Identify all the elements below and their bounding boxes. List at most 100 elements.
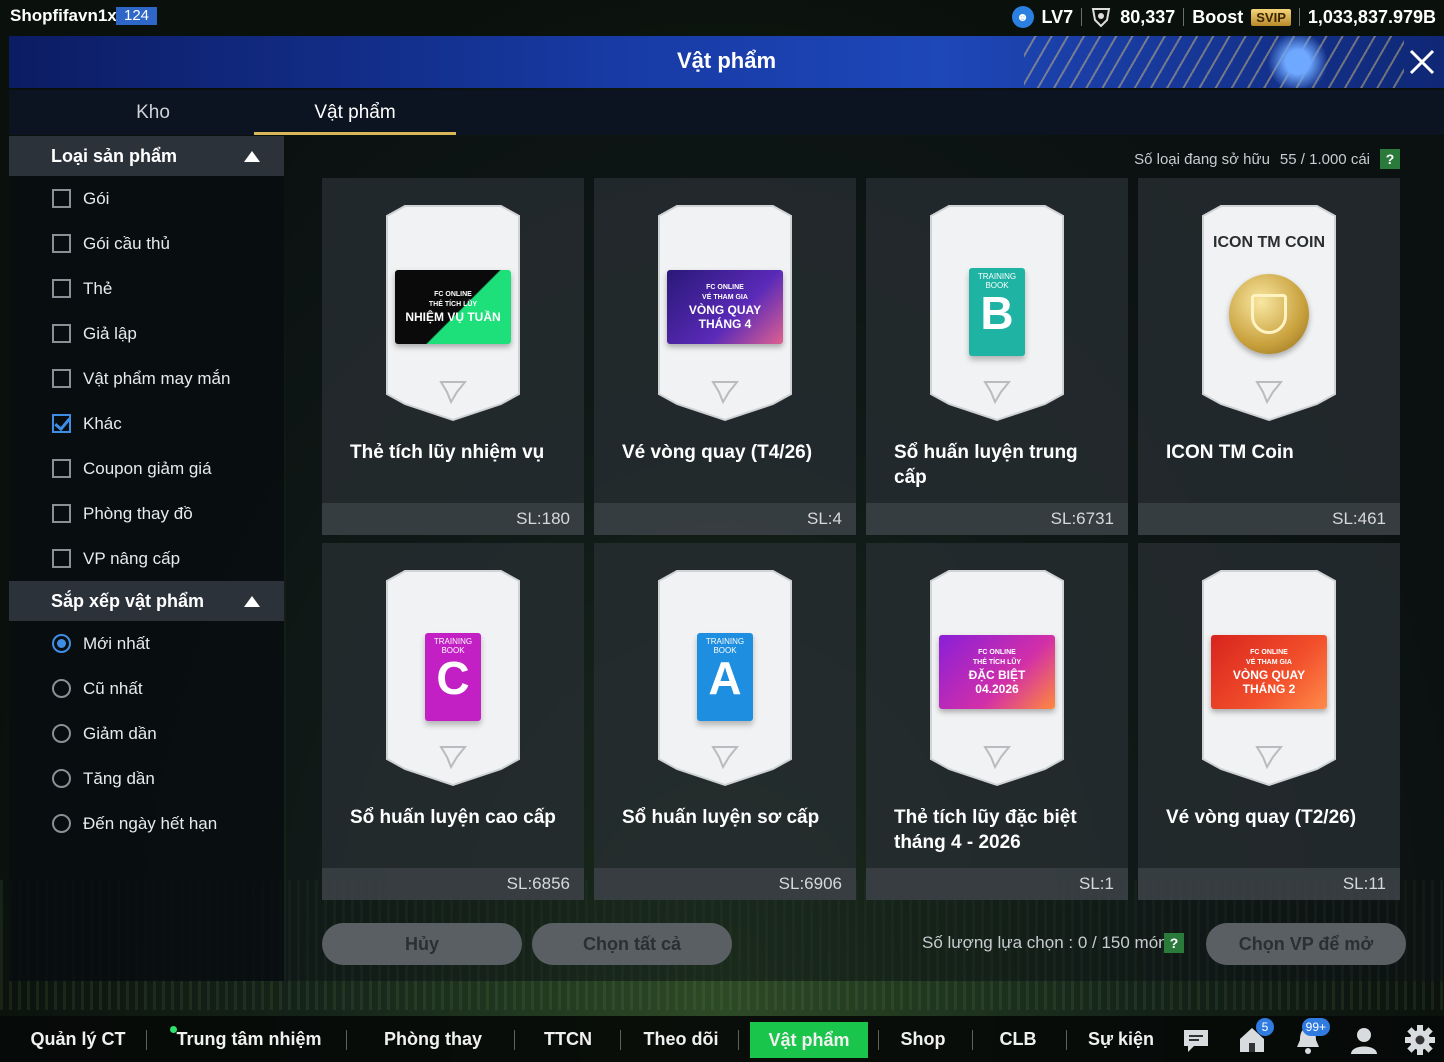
sort-list: Mới nhất Cũ nhất Giảm dần Tăng dần Đến ngày … bbox=[9, 621, 284, 846]
item-name: Vé vòng quay (T2/26) bbox=[1166, 807, 1357, 828]
item-card[interactable]: TRAINING BOOK C Sổ huấn luyện cao cấp SL:68… bbox=[322, 543, 584, 900]
item-card[interactable]: ICON TM COIN ICON TM Coin SL:461 bbox=[1138, 178, 1400, 535]
divider bbox=[146, 1030, 147, 1050]
nav-phong-thay-do[interactable]: Phòng thay đồ bbox=[372, 1016, 494, 1062]
divider bbox=[514, 1030, 515, 1050]
nav-shop[interactable]: Shop bbox=[894, 1016, 952, 1062]
item-artwork: FC ONLINE VÉ THAM GIA VÒNG QUAY THÁNG 2 bbox=[1211, 635, 1327, 709]
gear-icon[interactable] bbox=[1404, 1024, 1436, 1056]
divider bbox=[878, 1030, 879, 1050]
filter-option[interactable]: Phòng thay đồ bbox=[9, 491, 284, 536]
art-text: THÁNG 4 bbox=[698, 317, 752, 331]
checkbox[interactable] bbox=[52, 414, 71, 433]
type-filter-list: Gói Gói cầu thủ Thẻ Giả lập Vật phẩm may mắn… bbox=[9, 176, 284, 581]
item-card[interactable]: TRAINING BOOK A Sổ huấn luyện sơ cấp SL:690… bbox=[594, 543, 856, 900]
checkbox[interactable] bbox=[52, 279, 71, 298]
checkbox[interactable] bbox=[52, 234, 71, 253]
sort-option[interactable]: Mới nhất bbox=[9, 621, 284, 666]
profile-icon[interactable] bbox=[1348, 1024, 1380, 1056]
checkbox[interactable] bbox=[52, 324, 71, 343]
nav-trung-tam-nhiem-vu[interactable]: Trung tâm nhiệm vụ bbox=[172, 1016, 326, 1062]
art-text: THÁNG 2 bbox=[1242, 682, 1296, 696]
item-pack: FC ONLINE THẺ TÍCH LŨY NHIỆM VỤ TUẦN bbox=[385, 204, 521, 422]
open-items-button[interactable]: Chọn VP để mở bbox=[1206, 923, 1406, 965]
training-book-icon: TRAINING BOOK C bbox=[425, 633, 483, 721]
coin-label: ICON TM COIN bbox=[1213, 234, 1325, 251]
nav-quan-ly-ct[interactable]: Quản lý CT bbox=[30, 1016, 126, 1062]
sort-header[interactable]: Sắp xếp vật phẩm bbox=[9, 581, 284, 621]
item-pack: FC ONLINE VÉ THAM GIA VÒNG QUAY THÁNG 2 bbox=[1201, 569, 1337, 787]
bell-icon[interactable]: 99+ bbox=[1292, 1018, 1330, 1056]
art-text: VÒNG QUAY bbox=[1232, 668, 1306, 682]
radio-button[interactable] bbox=[52, 724, 71, 743]
nav-ttcn[interactable]: TTCN bbox=[536, 1016, 600, 1062]
item-name: Sổ huấn luyện cao cấp bbox=[350, 807, 556, 828]
radio-button[interactable] bbox=[52, 814, 71, 833]
filter-option[interactable]: Vật phẩm may mắn bbox=[9, 356, 284, 401]
collapse-icon[interactable] bbox=[244, 151, 260, 162]
filter-option[interactable]: Gói bbox=[9, 176, 284, 221]
item-pack: TRAINING BOOK C bbox=[385, 569, 521, 787]
checkbox[interactable] bbox=[52, 459, 71, 478]
checkbox[interactable] bbox=[52, 189, 71, 208]
radio-button[interactable] bbox=[52, 769, 71, 788]
owned-label: Số loại đang sở hữu bbox=[1134, 150, 1270, 168]
filter-option[interactable]: Gói cầu thủ bbox=[9, 221, 284, 266]
sort-option[interactable]: Đến ngày hết hạn bbox=[9, 801, 284, 846]
nav-vat-pham[interactable]: Vật phẩm bbox=[750, 1022, 868, 1058]
chat-icon[interactable] bbox=[1180, 1024, 1212, 1056]
divider bbox=[738, 1030, 739, 1050]
divider bbox=[1081, 8, 1083, 26]
type-filter-header[interactable]: Loại sản phẩm bbox=[9, 136, 284, 176]
svip-badge: SVIP bbox=[1251, 8, 1291, 26]
filter-option[interactable]: Coupon giảm giá bbox=[9, 446, 284, 491]
checkbox[interactable] bbox=[52, 504, 71, 523]
nav-clb[interactable]: CLB bbox=[992, 1016, 1044, 1062]
collapse-icon[interactable] bbox=[244, 596, 260, 607]
item-pack: ICON TM COIN bbox=[1201, 204, 1337, 422]
divider bbox=[346, 1030, 347, 1050]
help-icon[interactable]: ? bbox=[1380, 149, 1400, 169]
item-card[interactable]: FC ONLINE VÉ THAM GIA VÒNG QUAY THÁNG 2 Vé v… bbox=[1138, 543, 1400, 900]
filter-option-label: Gói cầu thủ bbox=[83, 234, 170, 253]
home-icon[interactable]: 5 bbox=[1236, 1018, 1274, 1056]
select-all-button[interactable]: Chọn tất cả bbox=[532, 923, 732, 965]
checkbox[interactable] bbox=[52, 369, 71, 388]
item-card[interactable]: FC ONLINE VÉ THAM GIA VÒNG QUAY THÁNG 4 Vé v… bbox=[594, 178, 856, 535]
training-book-icon: TRAINING BOOK B bbox=[969, 268, 1027, 356]
sort-option[interactable]: Giảm dần bbox=[9, 711, 284, 756]
item-card[interactable]: FC ONLINE THẺ TÍCH LŨY ĐẶC BIỆT 04.2026 Thẻ … bbox=[866, 543, 1128, 900]
nav-theo-doi[interactable]: Theo dõi bbox=[640, 1016, 722, 1062]
coin-icon bbox=[1229, 274, 1309, 354]
sort-option[interactable]: Cũ nhất bbox=[9, 666, 284, 711]
home-badge: 5 bbox=[1256, 1018, 1274, 1036]
sort-option-label: Cũ nhất bbox=[83, 679, 143, 698]
level-text: LV7 bbox=[1041, 6, 1074, 27]
sort-option[interactable]: Tăng dần bbox=[9, 756, 284, 801]
close-icon[interactable] bbox=[1404, 44, 1440, 80]
radio-button[interactable] bbox=[52, 679, 71, 698]
item-card[interactable]: FC ONLINE THẺ TÍCH LŨY NHIỆM VỤ TUẦN Thẻ tí… bbox=[322, 178, 584, 535]
cancel-button[interactable]: Hủy bbox=[322, 923, 522, 965]
radio-button[interactable] bbox=[52, 634, 71, 653]
filter-option[interactable]: Khác bbox=[9, 401, 284, 446]
filter-option[interactable]: VP nâng cấp bbox=[9, 536, 284, 581]
tab-vat-pham[interactable]: Vật phẩm bbox=[254, 90, 456, 135]
filter-option-label: Thẻ bbox=[83, 279, 113, 298]
window-title: Vật phẩm bbox=[676, 48, 777, 73]
help-icon[interactable]: ? bbox=[1164, 933, 1184, 953]
item-pack: FC ONLINE THẺ TÍCH LŨY ĐẶC BIỆT 04.2026 bbox=[929, 569, 1065, 787]
filter-option[interactable]: Giả lập bbox=[9, 311, 284, 356]
art-text: NHIỆM VỤ TUẦN bbox=[405, 310, 501, 324]
item-name: Vé vòng quay (T4/26) bbox=[622, 442, 813, 463]
item-card[interactable]: TRAINING BOOK B Sổ huấn luyện trung cấp SL:… bbox=[866, 178, 1128, 535]
checkbox[interactable] bbox=[52, 549, 71, 568]
tab-kho[interactable]: Kho bbox=[49, 90, 257, 135]
nav-su-kien[interactable]: Sự kiện bbox=[1086, 1016, 1156, 1062]
filter-option[interactable]: Thẻ bbox=[9, 266, 284, 311]
notification-badge: 99+ bbox=[1301, 1018, 1330, 1036]
sort-option-label: Tăng dần bbox=[83, 769, 155, 788]
divider bbox=[1066, 1030, 1067, 1050]
book-letter: B bbox=[980, 287, 1014, 339]
shield-icon bbox=[1092, 8, 1111, 28]
